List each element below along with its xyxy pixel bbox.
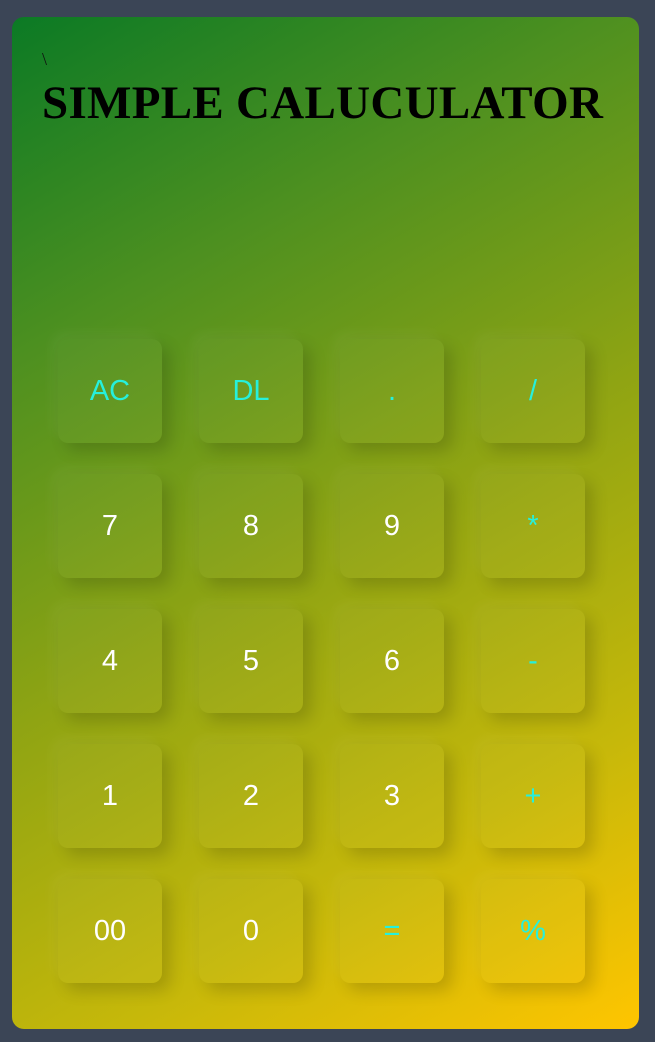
digit-6-button[interactable]: 6 (340, 609, 444, 713)
calculator-panel: \ SIMPLE CALUCULATOR AC DL . / 7 8 9 * 4… (12, 17, 639, 1029)
clear-all-button[interactable]: AC (58, 339, 162, 443)
digit-0-button[interactable]: 0 (199, 879, 303, 983)
page-title: SIMPLE CALUCULATOR (42, 77, 604, 129)
multiply-button[interactable]: * (481, 474, 585, 578)
digit-5-button[interactable]: 5 (199, 609, 303, 713)
decimal-point-button[interactable]: . (340, 339, 444, 443)
subtract-button[interactable]: - (481, 609, 585, 713)
keypad: AC DL . / 7 8 9 * 4 5 6 - 1 2 3 + 00 0 =… (58, 339, 586, 983)
double-zero-button[interactable]: 00 (58, 879, 162, 983)
digit-2-button[interactable]: 2 (199, 744, 303, 848)
percent-button[interactable]: % (481, 879, 585, 983)
digit-1-button[interactable]: 1 (58, 744, 162, 848)
calculator-display (42, 157, 609, 307)
delete-button[interactable]: DL (199, 339, 303, 443)
stray-backslash-text: \ (42, 49, 48, 69)
digit-8-button[interactable]: 8 (199, 474, 303, 578)
digit-3-button[interactable]: 3 (340, 744, 444, 848)
equals-button[interactable]: = (340, 879, 444, 983)
digit-4-button[interactable]: 4 (58, 609, 162, 713)
digit-7-button[interactable]: 7 (58, 474, 162, 578)
divide-button[interactable]: / (481, 339, 585, 443)
add-button[interactable]: + (481, 744, 585, 848)
digit-9-button[interactable]: 9 (340, 474, 444, 578)
